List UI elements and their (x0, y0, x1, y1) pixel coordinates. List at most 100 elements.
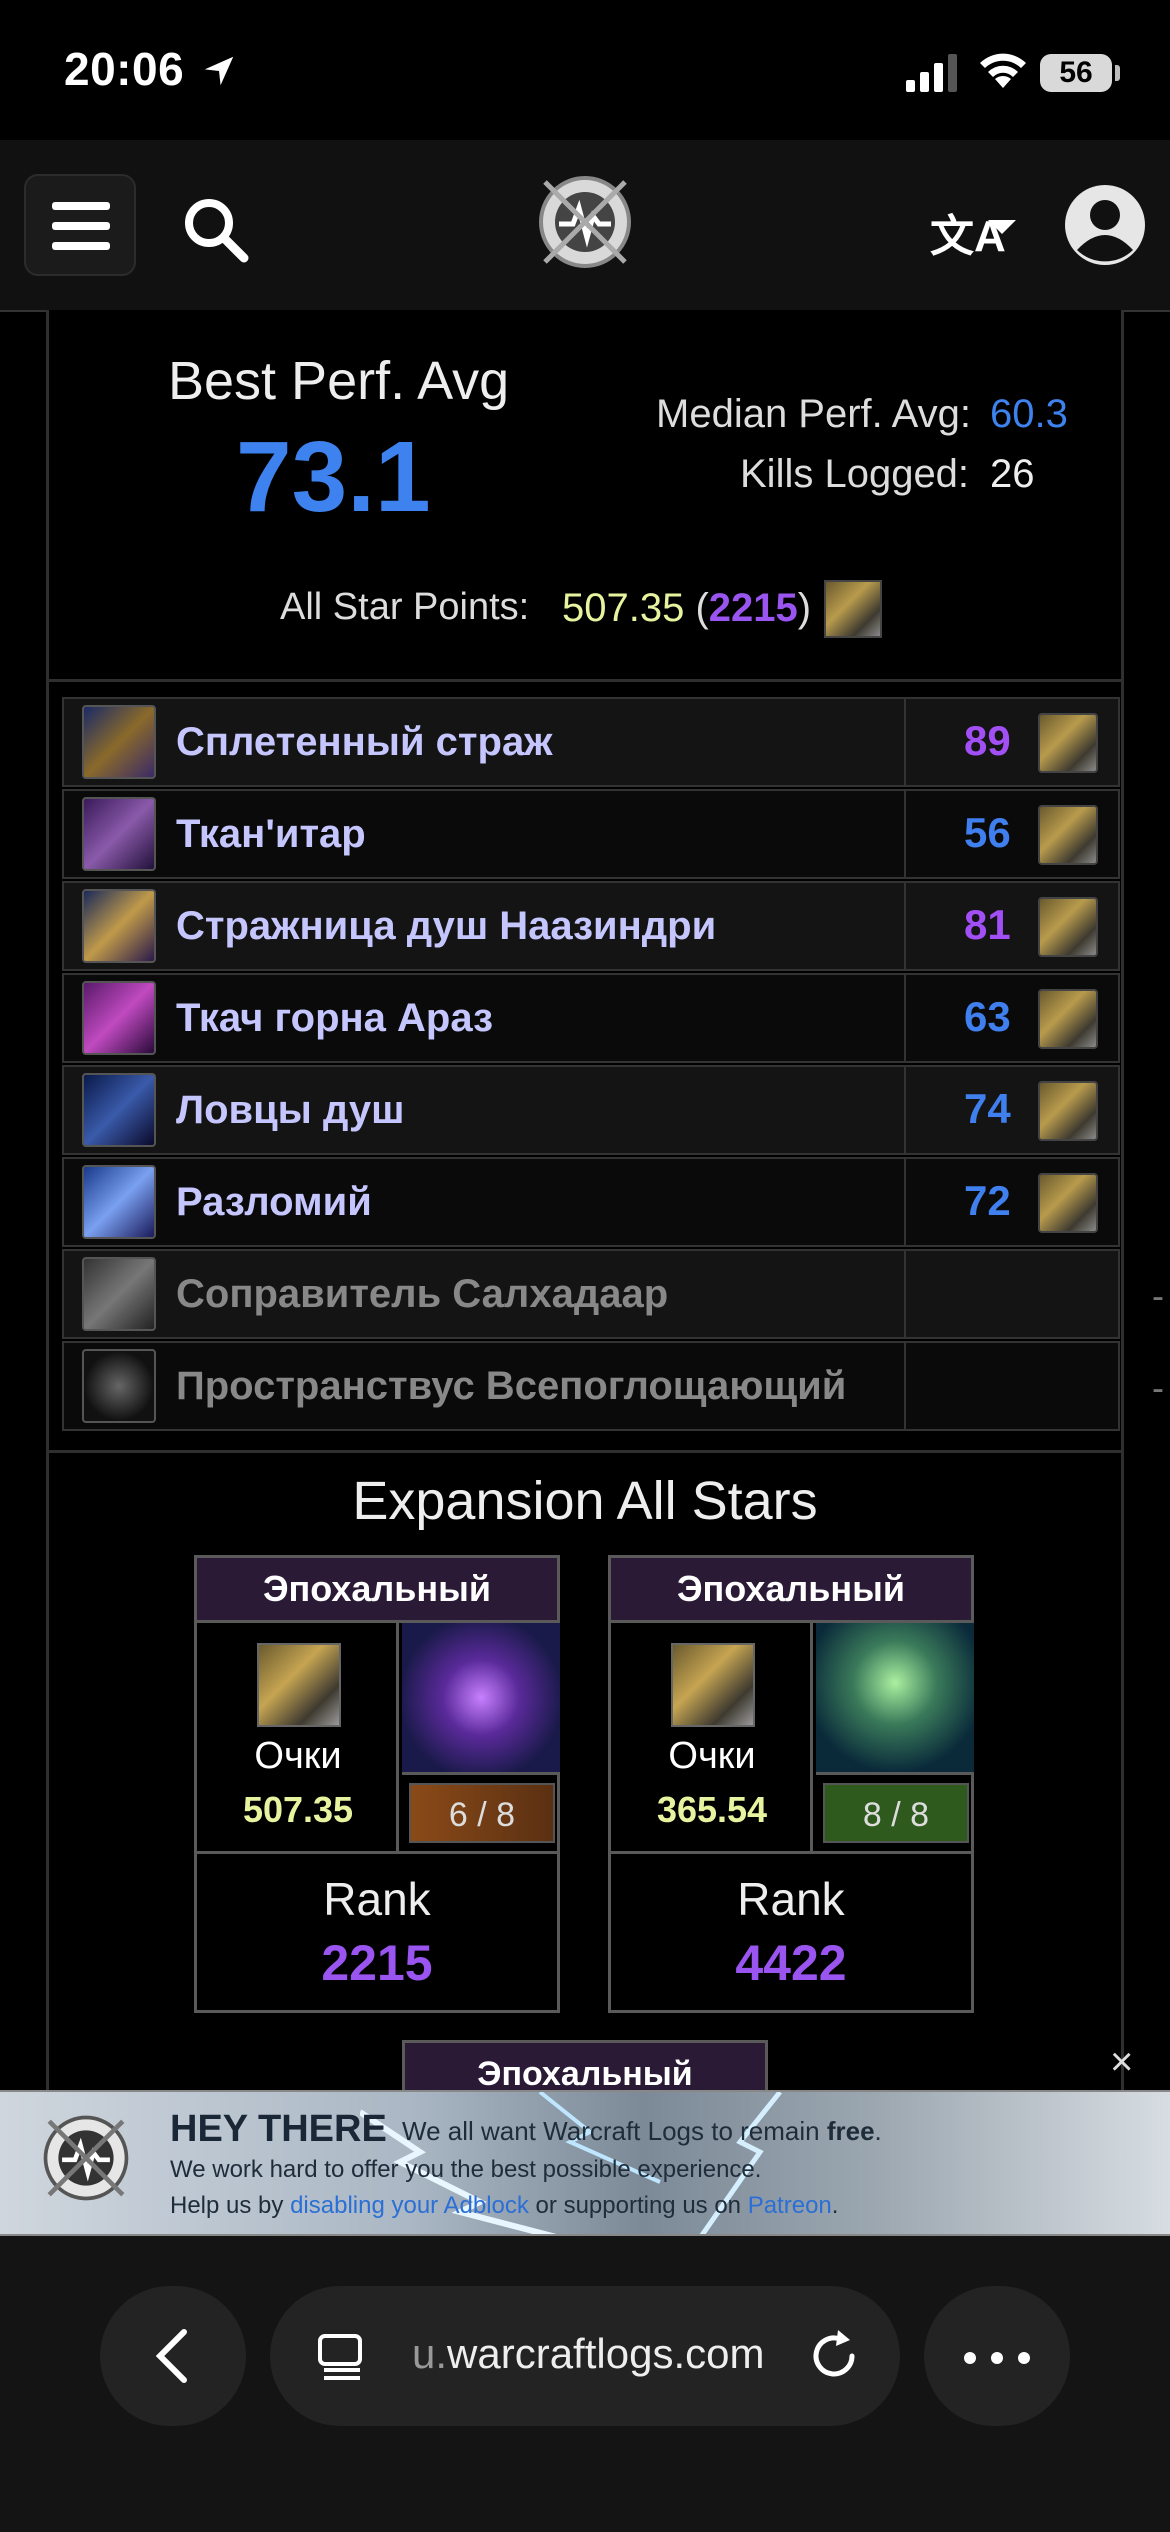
boss-rankings-table: Сплетенный страж 89 Ткан'итар 56 Стражни… (62, 697, 1164, 1433)
boss-name[interactable]: Ловцы душ (176, 1088, 936, 1133)
paren-open: ( (684, 586, 709, 630)
spec-icon (1038, 897, 1098, 957)
boss-row[interactable]: Стражница душ Наазиндри 81 (62, 881, 1120, 971)
all-star-points-label: All Star Points: (280, 586, 530, 628)
warcraftlogs-logo-icon (43, 2115, 129, 2201)
url-text[interactable]: u.warcraftlogs.com (412, 2330, 764, 2378)
boss-name[interactable]: Соправитель Салхадаар (176, 1272, 936, 1317)
reload-icon[interactable] (804, 2326, 864, 2386)
chevron-down-icon (988, 220, 1016, 234)
spec-icon (671, 1643, 755, 1727)
menu-button[interactable] (24, 174, 136, 276)
rank-value[interactable]: 4422 (611, 1934, 971, 1992)
dot (964, 2352, 976, 2364)
spec-icon (1038, 1173, 1098, 1233)
boss-divider (904, 699, 906, 785)
boss-row[interactable]: Ткан'итар 56 (62, 789, 1120, 879)
top-nav: 文A (0, 140, 1170, 312)
all-star-points: 507.35 (562, 586, 685, 630)
boss-row[interactable]: Разломий 72 (62, 1157, 1120, 1247)
boss-score: - (1152, 1275, 1164, 1316)
back-button[interactable] (100, 2286, 246, 2426)
tabs-icon[interactable] (316, 2330, 368, 2382)
boss-divider (904, 791, 906, 877)
boss-divider (904, 1343, 906, 1429)
boss-divider (904, 1067, 906, 1153)
user-avatar-icon[interactable] (1064, 184, 1146, 266)
boss-name[interactable]: Стражница душ Наазиндри (176, 904, 936, 949)
section-divider (46, 1450, 1124, 1453)
patreon-link[interactable]: Patreon (748, 2192, 832, 2219)
card-difficulty: Эпохальный (611, 1558, 971, 1623)
points-label: Очки (254, 1735, 342, 1777)
menu-icon (52, 202, 110, 210)
median-perf-label: Median Perf. Avg: (656, 392, 971, 436)
boss-divider (904, 1251, 906, 1337)
warcraftlogs-logo-icon[interactable] (535, 172, 635, 272)
all-stars-card[interactable]: Эпохальный Очки 507.35 6 / 8 Rank 2215 (194, 1555, 560, 2013)
boss-name[interactable]: Пространствус Всепоглощающий (176, 1364, 936, 1409)
banner-line-3: Help us by disabling your Adblock or sup… (170, 2192, 838, 2220)
boss-row[interactable]: Ловцы душ 74 (62, 1065, 1120, 1155)
banner-line-2: We work hard to offer you the best possi… (170, 2156, 762, 2183)
expansion-all-stars-title: Expansion All Stars (352, 1471, 818, 1531)
all-star-points-value: 507.35 (2215) (562, 586, 811, 631)
best-perf-value: 73.1 (236, 421, 431, 533)
dot (991, 2352, 1003, 2364)
url-prefix: u. (412, 2330, 448, 2377)
kills-logged-value: 26 (990, 452, 1035, 496)
dot (1018, 2352, 1030, 2364)
raid-progress: 6 / 8 (409, 1783, 555, 1843)
banner-text: . (874, 2116, 882, 2146)
boss-divider (904, 975, 906, 1061)
points-value: 507.35 (242, 1789, 354, 1830)
boss-name[interactable]: Ткач горна Араз (176, 996, 936, 1041)
boss-portrait-icon (82, 981, 156, 1055)
raid-progress: 8 / 8 (823, 1783, 969, 1843)
boss-portrait-icon (82, 705, 156, 779)
banner-free: free (826, 2116, 875, 2146)
banner-line-1: We all want Warcraft Logs to remain free… (402, 2116, 882, 2147)
banner-text: We all want Warcraft Logs to remain (402, 2116, 827, 2146)
boss-divider (904, 1159, 906, 1245)
battery-indicator: 56 (1040, 54, 1112, 92)
status-time: 20:06 (64, 43, 185, 95)
search-icon[interactable] (182, 196, 252, 266)
boss-portrait-icon (82, 889, 156, 963)
more-options-button[interactable] (924, 2286, 1070, 2426)
median-perf-value: 60.3 (990, 392, 1068, 436)
boss-row[interactable]: Сплетенный страж 89 (62, 697, 1120, 787)
boss-portrait-icon (82, 1349, 156, 1423)
cellular-signal-icon (906, 54, 957, 92)
spec-icon (1038, 989, 1098, 1049)
all-stars-card[interactable]: Эпохальный Очки 365.54 8 / 8 Rank 4422 (608, 1555, 974, 2013)
chevron-left-icon (155, 2329, 187, 2383)
boss-portrait-icon (82, 1165, 156, 1239)
card-points-section: Очки 507.35 (197, 1623, 399, 1851)
spec-icon (1038, 805, 1098, 865)
disable-adblock-link[interactable]: disabling your Adblock (290, 2192, 529, 2219)
url-domain: warcraftlogs.com (447, 2330, 765, 2377)
card-difficulty: Эпохальный (197, 1558, 557, 1623)
battery-tip (1115, 65, 1120, 81)
adblock-banner[interactable]: HEY THERE We all want Warcraft Logs to r… (0, 2090, 1170, 2236)
boss-name[interactable]: Разломий (176, 1180, 936, 1225)
boss-divider (904, 883, 906, 969)
boss-row[interactable]: Ткач горна Араз 63 (62, 973, 1120, 1063)
boss-score: - (1152, 1367, 1164, 1408)
banner-text: Help us by (170, 2192, 291, 2219)
raid-art-image (402, 1623, 560, 1775)
banner-text: . (831, 2192, 839, 2219)
boss-name[interactable]: Ткан'итар (176, 812, 936, 857)
rank-label: Rank (737, 1873, 845, 1925)
close-ad-icon[interactable]: × (1110, 2040, 1133, 2085)
boss-name[interactable]: Сплетенный страж (176, 720, 936, 765)
menu-icon-line (52, 222, 110, 230)
boss-row[interactable]: Пространствус Всепоглощающий - (62, 1341, 1164, 1431)
boss-row[interactable]: Соправитель Салхадаар - (62, 1249, 1164, 1339)
rank-value[interactable]: 2215 (197, 1934, 557, 1992)
all-star-rank[interactable]: 2215 (709, 586, 798, 630)
raid-art-image (816, 1623, 974, 1775)
points-value: 365.54 (656, 1789, 768, 1830)
banner-text: or supporting us on (528, 2192, 748, 2219)
